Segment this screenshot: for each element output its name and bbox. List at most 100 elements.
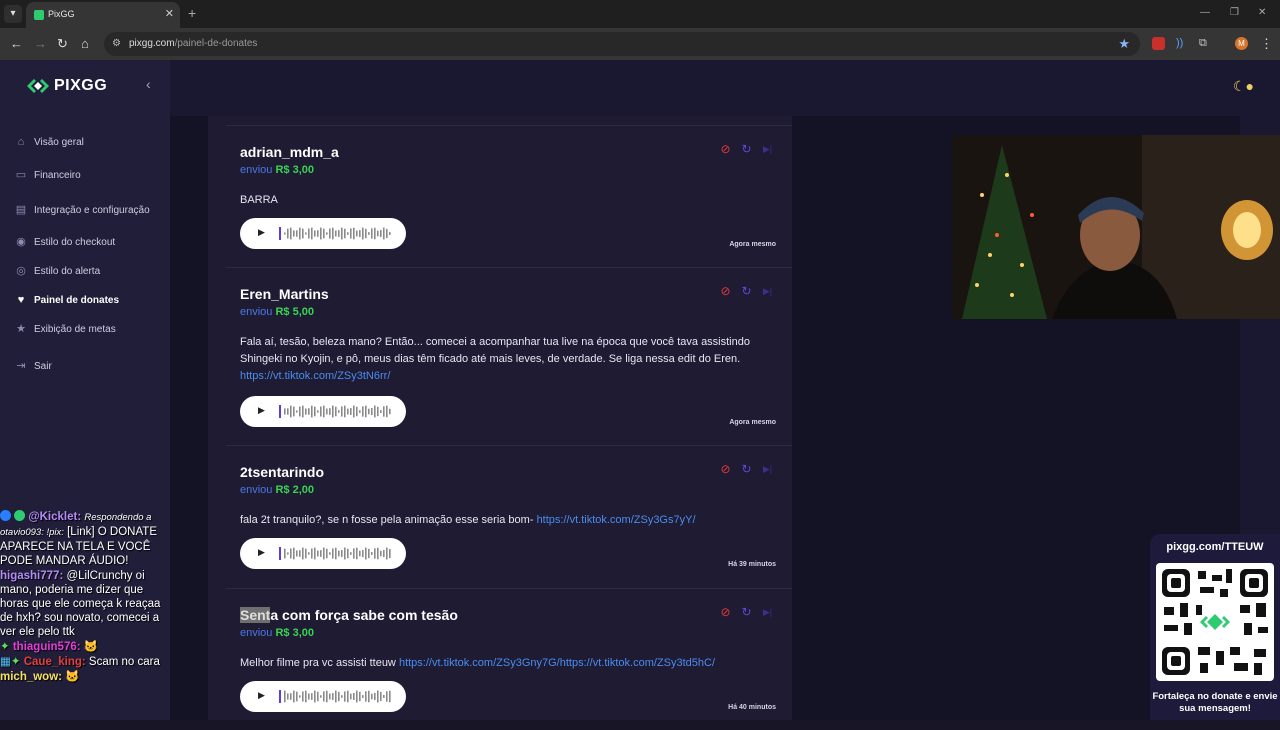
chat-message: higashi777: @LilCrunchy oi mano, poderia… [0,570,161,638]
close-window-icon[interactable]: ✕ [1258,7,1266,18]
waveform-bar [296,410,298,413]
play-icon[interactable]: ▶ [258,547,265,558]
restore-icon[interactable]: ❐ [1230,7,1239,18]
block-icon[interactable]: ⊘ [719,606,732,619]
settings-icon: ▤ [15,204,27,216]
donation-link[interactable]: https://vt.tiktok.com/ZSy3Gny7G/https://… [399,657,715,669]
waveform-bar [293,230,295,237]
donation-time: Há 40 minutos [728,704,776,711]
site-info-icon[interactable]: ⚙ [112,38,121,49]
donation-card: adrian_mdm_a enviou R$ 3,00 ⊘ ↻ ▶| BARRA… [226,125,792,267]
waveform-bar [320,695,322,698]
waveform-bar [383,549,385,558]
block-icon[interactable]: ⊘ [719,463,732,476]
close-tab-icon[interactable]: ✕ [165,7,174,20]
audio-player[interactable]: ▶ [240,538,406,569]
sidebar-item-integracao[interactable]: ▤ Integração e configuração [14,200,150,220]
replay-icon[interactable]: ↻ [740,606,753,619]
waveform-bar [353,548,355,559]
waveform-bar [344,547,346,560]
donation-time: Agora mesmo [729,241,776,248]
skip-icon[interactable]: ▶| [761,606,774,619]
address-bar[interactable]: ⚙ pixgg.com/painel-de-donates ★ [104,32,1140,56]
theme-toggle-icon[interactable]: ☾● [1233,78,1254,95]
waveform-bar [389,408,391,415]
waveform-bar [296,691,298,702]
block-icon[interactable]: ⊘ [719,285,732,298]
sidebar-item-exibicao-metas[interactable]: ★ Exibição de metas [14,319,116,339]
waveform-bar [356,406,358,417]
sidebar-item-painel-donates[interactable]: ♥ Painel de donates [14,290,119,310]
tab-title: PixGG [48,9,75,19]
replay-icon[interactable]: ↻ [740,143,753,156]
donate-icon: ♥ [17,294,25,306]
waveform-bar [359,230,361,237]
waveform-bar [290,227,292,240]
playback-cursor[interactable] [279,227,281,240]
sidebar-item-financeiro[interactable]: ▭ Financeiro [14,165,81,185]
waveform-bar [284,548,286,559]
donation-link[interactable]: https://vt.tiktok.com/ZSy3Gs7yY/ [537,514,696,526]
waveform-bar [368,690,370,703]
extensions-puzzle-icon[interactable]: ⧉ [1199,37,1212,50]
waveform-bar [365,405,367,418]
extension-icon[interactable]: )) [1176,37,1189,50]
replay-icon[interactable]: ↻ [740,463,753,476]
sidebar-item-estilo-alerta[interactable]: ◎ Estilo do alerta [14,261,100,281]
waveform-bar [305,548,307,559]
donation-actions: ⊘ ↻ ▶| [719,606,774,619]
waveform-bar [377,547,379,560]
waveform-bar [341,550,343,557]
minimize-icon[interactable]: — [1200,7,1210,18]
sidebar-item-estilo-checkout[interactable]: ◉ Estilo do checkout [14,232,115,252]
waveform-bar [380,229,382,238]
skip-icon[interactable]: ▶| [761,285,774,298]
home-icon[interactable]: ⌂ [81,36,89,51]
waveform-bar [302,691,304,702]
waveform-bar [347,548,349,559]
more-menu-icon[interactable]: ⋮ [1260,36,1273,52]
star-icon: ★ [16,323,26,335]
tab-search-button[interactable]: ▾ [4,5,22,23]
audio-player[interactable]: ▶ [240,218,406,249]
waveform [284,227,391,240]
replay-icon[interactable]: ↻ [740,285,753,298]
audio-player[interactable]: ▶ [240,681,406,712]
sidebar-item-visao-geral[interactable]: ⌂ Visão geral [14,132,84,152]
play-icon[interactable]: ▶ [258,690,265,701]
waveform-bar [341,406,343,417]
new-tab-button[interactable]: + [188,5,196,21]
waveform-bar [374,227,376,240]
donation-message: BARRA [240,194,278,206]
block-icon[interactable]: ⊘ [719,143,732,156]
browser-tab[interactable]: PixGG ✕ [26,2,180,28]
waveform-bar [338,691,340,702]
donation-amount-line: enviou R$ 3,00 [240,627,315,639]
playback-cursor[interactable] [279,690,281,703]
waveform-bar [350,228,352,239]
skip-icon[interactable]: ▶| [761,143,774,156]
waveform-bar [374,405,376,418]
playback-cursor[interactable] [279,405,281,418]
waveform-bar [383,694,385,699]
back-icon[interactable]: ← [10,36,23,51]
extension-icon[interactable] [1152,37,1165,50]
play-icon[interactable]: ▶ [258,405,265,416]
sidebar-item-sair[interactable]: ⇥ Sair [14,356,51,376]
play-icon[interactable]: ▶ [258,227,265,238]
waveform-bar [377,690,379,703]
playback-cursor[interactable] [279,547,281,560]
waveform-bar [317,550,319,557]
waveform-bar [302,547,304,560]
audio-player[interactable]: ▶ [240,396,406,427]
donation-message: Melhor filme pra vc assisti tteuw https:… [240,657,716,669]
skip-icon[interactable]: ▶| [761,463,774,476]
waveform-bar [287,693,289,700]
reload-icon[interactable]: ↻ [57,36,68,52]
waveform-bar [326,548,328,559]
donation-link[interactable]: https://vt.tiktok.com/ZSy3tN6rr/ [240,370,390,382]
collapse-sidebar-icon[interactable]: ‹ [146,76,151,92]
bookmark-star-icon[interactable]: ★ [1118,36,1130,52]
forward-icon[interactable]: → [34,36,47,51]
profile-avatar[interactable]: M [1235,37,1248,50]
